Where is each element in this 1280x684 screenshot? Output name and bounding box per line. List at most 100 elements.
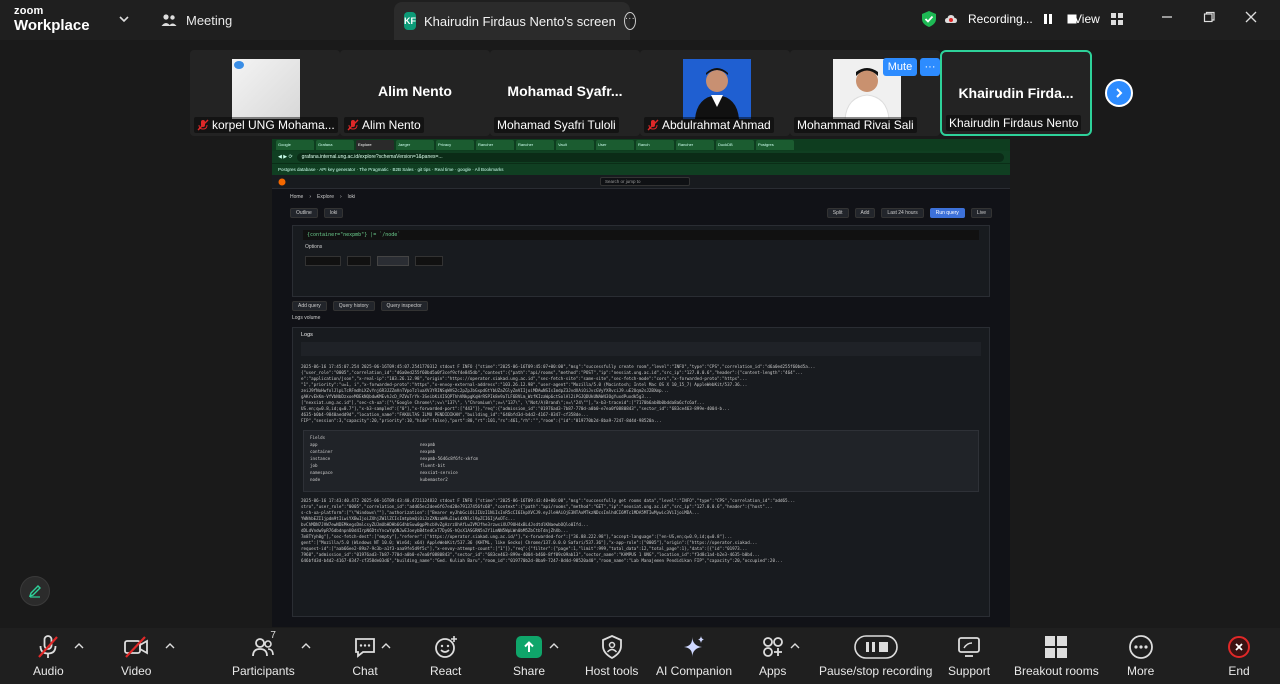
participant-strip: korpel UNG Mohama... Alim Nento Alim Nen… <box>190 50 1092 136</box>
browser-tab: Postgres <box>756 140 794 150</box>
end-icon-wrap <box>1226 634 1252 660</box>
breadcrumb-explore: Explore <box>317 194 334 200</box>
support-button[interactable]: Support <box>948 634 990 678</box>
query-inspector-chip: Query inspector <box>380 301 428 311</box>
log-line: FIP","session":3,"capacity":20,"priority… <box>301 418 662 423</box>
query-history-chip: Query history <box>332 301 375 311</box>
mic-off-icon <box>38 635 59 658</box>
field-value: nexpmb <box>420 449 436 454</box>
annotate-button[interactable] <box>20 576 50 606</box>
chat-label: Chat <box>352 664 378 678</box>
participant-name: korpel UNG Mohama... <box>212 118 335 132</box>
audio-button[interactable]: Audio <box>33 634 64 678</box>
view-button[interactable]: View <box>1074 6 1124 32</box>
screen-options-icon[interactable]: ··· <box>623 12 636 30</box>
share-caret-icon[interactable] <box>549 642 559 650</box>
pause-stop-recording-button[interactable]: Pause/stop recording <box>819 634 932 678</box>
host-tools-button[interactable]: Host tools <box>585 634 638 678</box>
support-icon <box>958 637 980 657</box>
participant-big-name: Khairudin Firda... <box>958 85 1074 101</box>
recording-controls: Recording... <box>920 6 1081 32</box>
video-options-caret-icon[interactable] <box>165 642 175 650</box>
minimize-icon[interactable] <box>1160 10 1174 24</box>
breakout-rooms-button[interactable]: Breakout rooms <box>1014 634 1099 678</box>
logo-line1: zoom <box>14 5 44 17</box>
field-key: node <box>310 477 321 482</box>
next-page-button[interactable] <box>1105 79 1133 107</box>
logs-title: Logs <box>301 332 313 338</box>
share-button[interactable]: Share <box>513 634 545 678</box>
meeting-tab-label: Meeting <box>186 12 233 28</box>
chat-button[interactable]: Chat <box>352 634 378 678</box>
audio-options-caret-icon[interactable] <box>74 642 84 650</box>
breakout-rooms-label: Breakout rooms <box>1014 664 1099 678</box>
cloud-recording-icon <box>945 15 957 23</box>
participant-name: Mohammad Rivai Sali <box>797 118 914 132</box>
video-button[interactable]: Video <box>121 634 151 678</box>
browser-tab: Jaeger <box>396 140 434 150</box>
run-query-chip: Run query <box>929 208 965 218</box>
grafana-logs-panel: Logs 2025-06-16 17:45:07.254 2025-06-16T… <box>292 327 990 617</box>
participant-label: Alim Nento <box>344 117 424 133</box>
browser-tab: DuckDB <box>716 140 754 150</box>
participant-label: Khairudin Firdaus Nento <box>946 115 1082 131</box>
end-button[interactable]: End <box>1226 634 1252 678</box>
participant-label: Mohammad Rivai Sali <box>794 117 917 133</box>
tab-shared-screen[interactable]: KF Khairudin Firdaus Nento's screen ··· <box>394 2 636 40</box>
chevron-down-icon[interactable] <box>117 12 131 26</box>
grafana-search: Search or jump to <box>600 177 690 186</box>
share-icon <box>516 636 543 658</box>
participants-button[interactable]: 7 Participants <box>232 630 295 678</box>
participant-label: Mohamad Syafri Tuloli <box>494 117 619 133</box>
participant-tile[interactable]: Mohamad Syafr... Mohamad Syafri Tuloli <box>490 50 640 136</box>
apps-label: Apps <box>759 664 787 678</box>
log-line: 646bfd3d-b4d2-4167-8347-cf358de03d6","bu… <box>301 558 783 563</box>
participants-icon-wrap: 7 <box>250 630 276 660</box>
breakout-rooms-icon <box>1045 636 1068 658</box>
shared-screen[interactable]: Google Grafana Explore Jaeger Privacy Ra… <box>272 139 1010 627</box>
browser-tab: Grafana <box>316 140 354 150</box>
meeting-people-icon <box>161 14 177 26</box>
ai-companion-icon <box>684 636 705 657</box>
ai-companion-button[interactable]: AI Companion <box>656 634 732 678</box>
participant-photo <box>683 59 751 119</box>
participant-name: Alim Nento <box>362 118 421 132</box>
more-button[interactable]: More <box>1127 634 1154 678</box>
zoom-logo[interactable]: zoom Workplace <box>14 5 90 34</box>
react-label: React <box>430 664 462 678</box>
pause-stop-recording-label: Pause/stop recording <box>819 664 933 678</box>
presenter-avatar: KF <box>404 12 416 30</box>
ai-companion-label: AI Companion <box>656 664 733 678</box>
query-actions: Add query Query history Query inspector <box>292 301 990 311</box>
participant-tile-active[interactable]: Khairudin Firda... Khairudin Firdaus Nen… <box>940 50 1092 136</box>
restore-icon[interactable] <box>1202 10 1216 24</box>
grafana-toolbar: Outline loki Split Add Last 24 hours Run… <box>272 205 1010 221</box>
close-icon[interactable] <box>1244 10 1258 24</box>
mute-button[interactable]: Mute <box>883 58 917 76</box>
shield-check-icon[interactable] <box>920 10 938 28</box>
browser-tab: Rancher <box>676 140 714 150</box>
tab-meeting[interactable]: Meeting <box>160 8 232 32</box>
chat-icon <box>355 638 375 658</box>
participant-tile[interactable]: Mohammad Rivai Sali <box>790 50 940 136</box>
participants-caret-icon[interactable] <box>301 642 311 650</box>
browser-tab: User <box>596 140 634 150</box>
field-value: fluent-bit <box>420 463 446 468</box>
query-code: {container="nexpmb"} |= `/node` <box>303 230 979 240</box>
chat-caret-icon[interactable] <box>381 642 391 650</box>
top-bar: zoom Workplace Meeting KF Khairudin Fird… <box>0 0 1280 40</box>
participant-tile[interactable]: korpel UNG Mohama... <box>190 50 340 136</box>
apps-caret-icon[interactable] <box>790 642 800 650</box>
browser-url: grafana.internal.ung.ac.id/explore?schem… <box>296 152 1004 162</box>
pause-recording-icon[interactable] <box>1039 10 1057 28</box>
apps-button[interactable]: Apps <box>759 634 786 678</box>
window-controls <box>1160 10 1258 24</box>
outline-chip: Outline <box>290 208 318 218</box>
participant-tile[interactable]: Alim Nento Alim Nento <box>340 50 490 136</box>
field-key: container <box>310 449 333 454</box>
react-button[interactable]: React <box>430 634 461 678</box>
tile-more-button[interactable]: ··· <box>920 58 940 76</box>
datasource-chip: loki <box>323 208 344 218</box>
participant-tile[interactable]: Abdulrahmat Ahmad <box>640 50 790 136</box>
participants-count: 7 <box>270 630 276 641</box>
